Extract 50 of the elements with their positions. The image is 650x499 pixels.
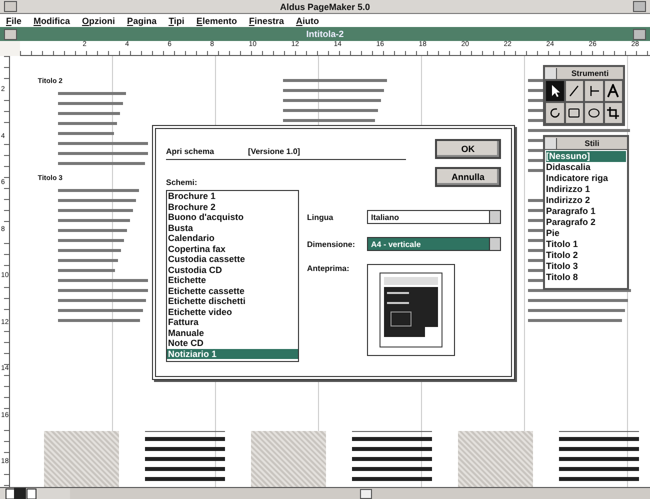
list-label: Schemi: xyxy=(166,178,198,187)
menu-item[interactable]: Tipi xyxy=(168,16,184,26)
list-item[interactable]: Custodia CD xyxy=(167,264,298,275)
menu-item[interactable]: Modifica xyxy=(34,16,70,26)
menu-item[interactable]: Finestra xyxy=(248,16,284,26)
style-item[interactable]: Pie xyxy=(546,228,626,239)
document-title: Intitola-2 xyxy=(305,29,345,39)
style-item[interactable]: Indirizzo 1 xyxy=(546,184,626,195)
menu-item[interactable]: Elemento xyxy=(196,16,237,26)
list-item[interactable]: Buono d'acquisto xyxy=(167,212,298,222)
style-item[interactable]: Titolo 1 xyxy=(546,239,626,250)
list-item[interactable]: Note CD xyxy=(167,338,298,348)
style-item[interactable]: Didascalia xyxy=(546,162,626,173)
dropdown-field[interactable]: Italiano xyxy=(367,210,501,224)
style-item[interactable]: Indicatore riga xyxy=(546,173,626,184)
list-item[interactable]: Manuale xyxy=(167,328,298,338)
style-item[interactable]: Indirizzo 2 xyxy=(546,195,626,206)
style-item[interactable]: Paragrafo 1 xyxy=(546,206,626,217)
dialog-title: Apri schema xyxy=(166,147,214,156)
list-item[interactable]: Busta xyxy=(167,222,298,233)
list-item[interactable]: Notiziario 1 xyxy=(167,348,298,359)
list-item[interactable]: Etichette dischetti xyxy=(167,296,298,306)
list-item[interactable]: Calendario xyxy=(167,233,298,244)
field-label: Dimensione: xyxy=(307,240,356,248)
dialog-button[interactable]: OK xyxy=(435,139,501,159)
list-item[interactable]: Brochure 2 xyxy=(167,202,298,212)
list-item[interactable]: Etichette video xyxy=(167,306,298,317)
style-item[interactable]: Paragrafo 2 xyxy=(546,217,626,228)
menu-item[interactable]: Opzioni xyxy=(82,16,116,26)
menu-item[interactable]: Pagina xyxy=(127,16,157,26)
version-label: [Versione 1.0] xyxy=(248,147,300,156)
style-item[interactable]: Titolo 2 xyxy=(546,250,626,261)
list-item[interactable]: Fattura xyxy=(167,317,298,328)
list-item[interactable]: Etichette xyxy=(167,275,298,286)
style-item[interactable]: [Nessuno] xyxy=(546,151,626,162)
field-label: Lingua xyxy=(307,212,334,222)
menu-item[interactable]: File xyxy=(6,16,22,26)
list-item[interactable]: Etichette cassette xyxy=(167,286,298,296)
list-item[interactable]: Copertina fax xyxy=(167,244,298,254)
field-label: Anteprima: xyxy=(307,264,350,273)
style-item[interactable]: Titolo 3 xyxy=(546,261,626,272)
style-item[interactable]: Titolo 8 xyxy=(546,272,626,283)
palette-title: Stili xyxy=(584,138,600,148)
palette-title: Strumenti xyxy=(570,68,610,78)
window-title: Aldus PageMaker 5.0 xyxy=(278,2,372,12)
list-item[interactable]: Custodia cassette xyxy=(167,254,298,264)
list-item[interactable]: Brochure 1 xyxy=(167,191,298,202)
dialog-button[interactable]: Annulla xyxy=(435,167,501,187)
dropdown-field[interactable]: A4 - verticale xyxy=(367,237,501,251)
menu-item[interactable]: Aiuto xyxy=(296,16,319,26)
